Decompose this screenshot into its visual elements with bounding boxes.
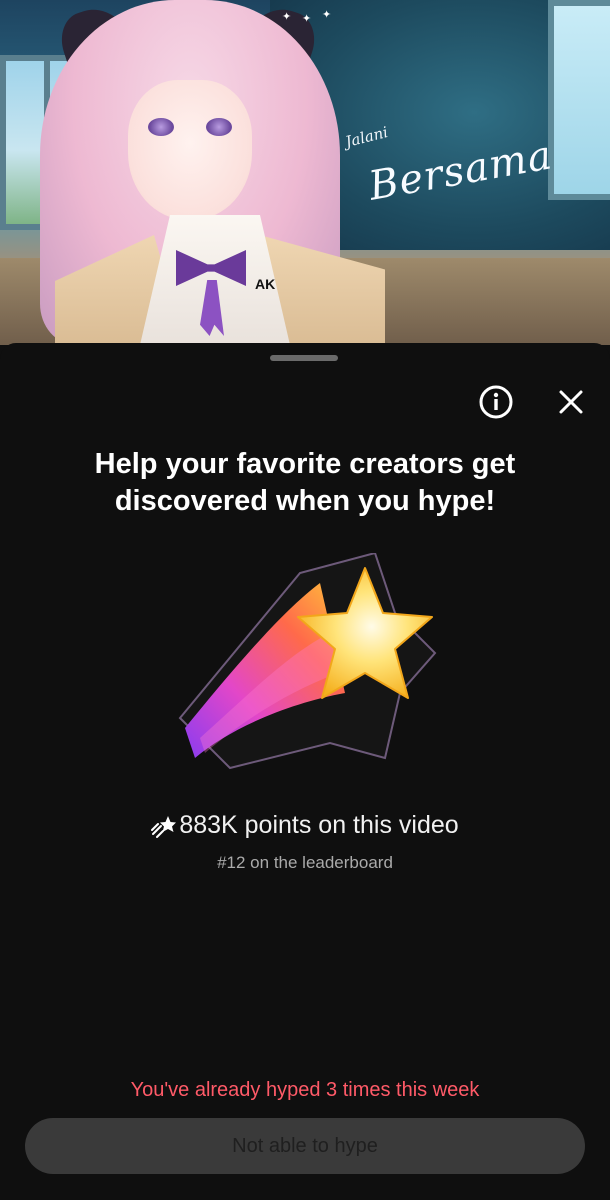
shooting-star-icon [178,553,437,770]
info-button[interactable] [476,382,516,422]
drag-handle[interactable] [270,355,338,361]
hype-button[interactable]: Not able to hype [25,1118,585,1174]
hype-bottom-sheet: Help your favorite creators get discover… [0,343,610,1200]
points-text: 883K points on this video [179,811,459,839]
hype-limit-message: You've already hyped 3 times this week [130,1079,480,1101]
sparkle-icon: ✦ [282,11,292,23]
info-icon [479,385,513,419]
sparkle-icon: ✦ [322,9,332,21]
background-window [548,0,610,200]
video-preview: AK ✦ ✦ ✦ Jalani Bersama [0,0,610,345]
close-icon [559,390,583,414]
sheet-headline: Help your favorite creators get discover… [94,448,516,517]
character-face [128,80,252,220]
close-button[interactable] [551,382,591,422]
shirt-badge: AK [255,276,276,292]
points-summary: 883K points on this video [0,811,610,840]
sparkle-icon: ✦ [302,13,312,25]
hype-points-icon [151,815,177,838]
leaderboard-rank: #12 on the leaderboard [217,853,393,872]
character-eye [206,118,232,136]
character-eye [148,118,174,136]
